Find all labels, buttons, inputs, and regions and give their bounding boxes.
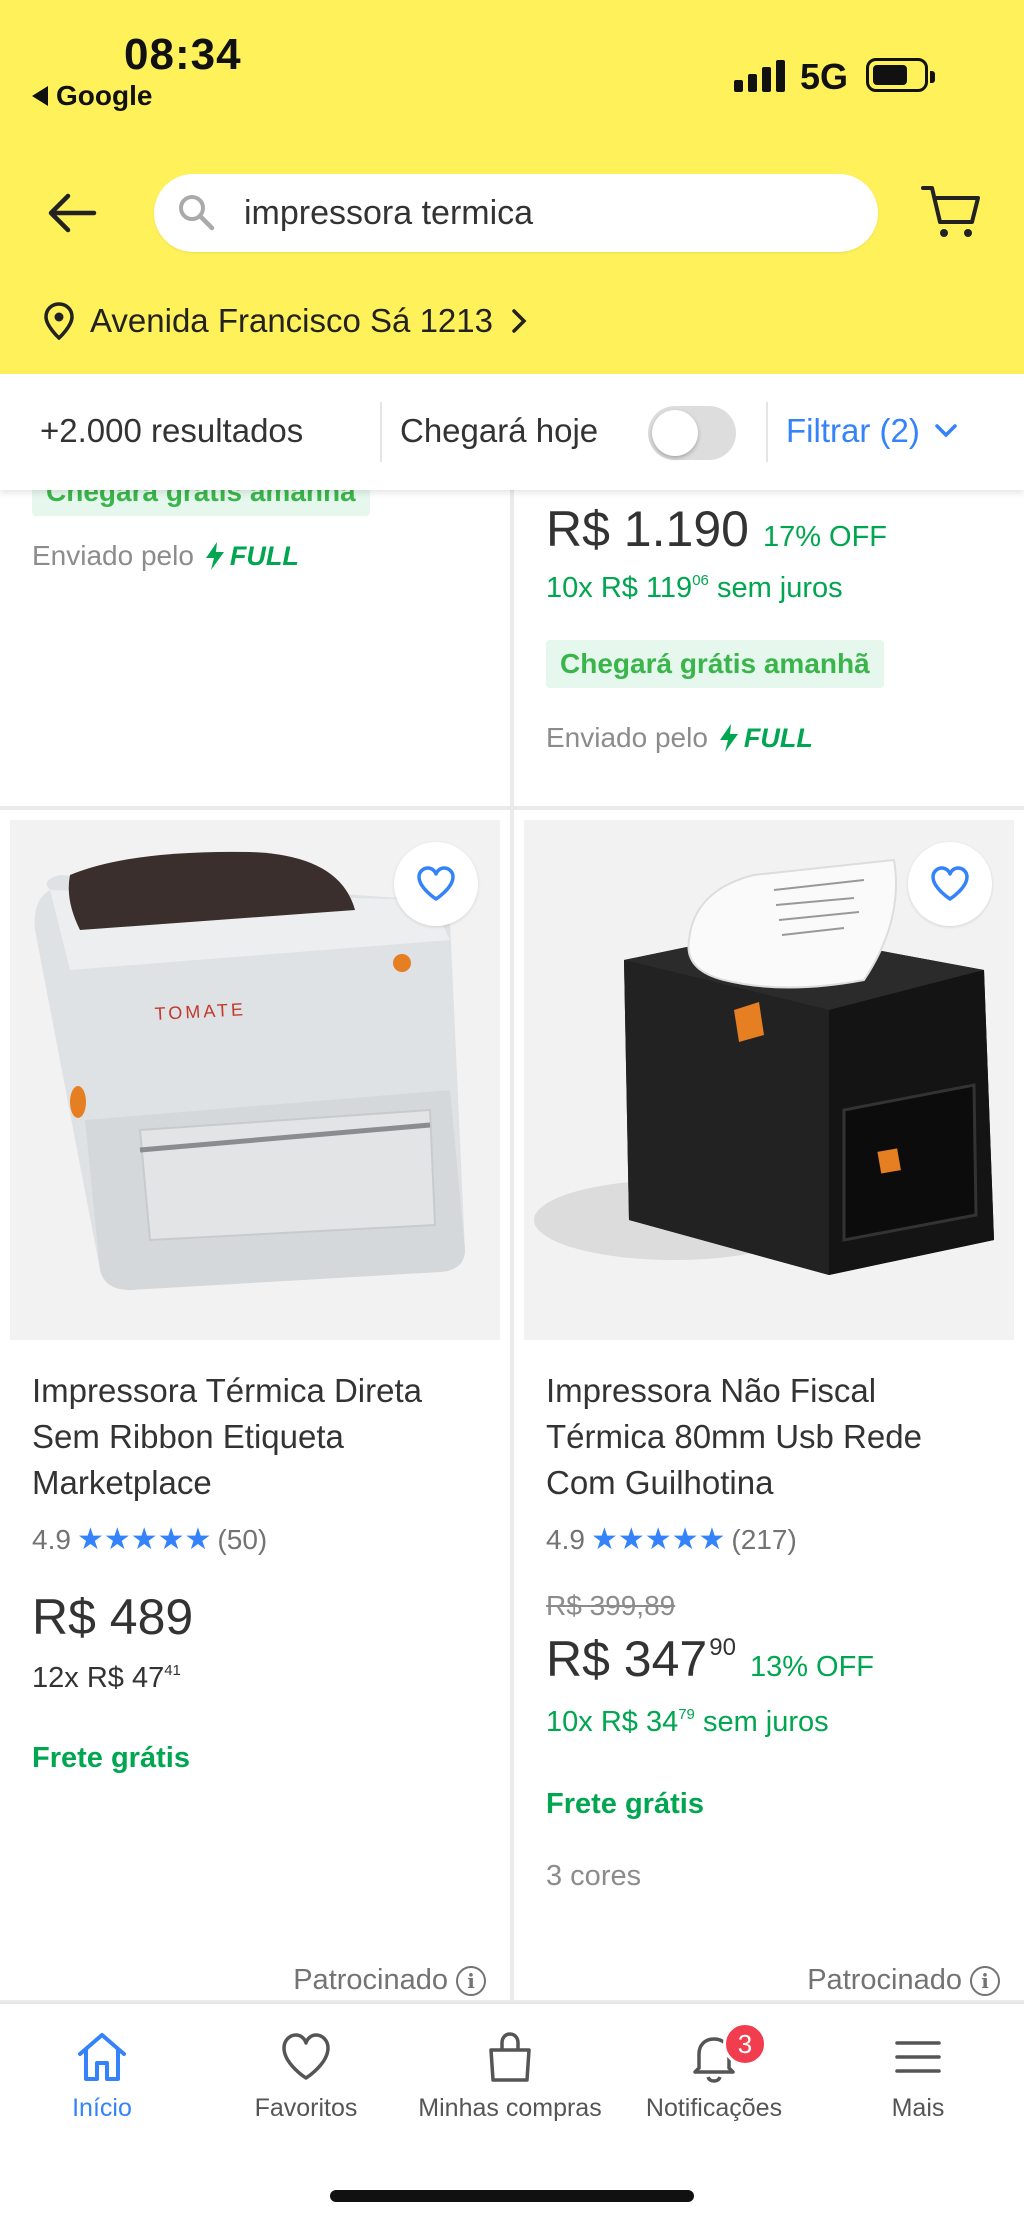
star-rating-icon: ★★★★★ bbox=[76, 1523, 212, 1556]
results-count: +2.000 resultados bbox=[40, 412, 304, 449]
free-shipping: Frete grátis bbox=[546, 1788, 704, 1820]
color-count: 3 cores bbox=[546, 1860, 642, 1892]
price-row: R$ 1.190 17% OFF bbox=[546, 500, 887, 558]
chevron-down-icon bbox=[935, 424, 957, 438]
divider bbox=[766, 402, 768, 462]
sponsored-label[interactable]: Patrocinado i bbox=[807, 1964, 1000, 1997]
installments: 10x R$ 11906 sem juros bbox=[546, 572, 843, 604]
chevron-right-icon bbox=[512, 309, 527, 333]
home-icon bbox=[78, 2033, 126, 2081]
review-count: (217) bbox=[731, 1523, 797, 1555]
product-card-partial-right[interactable]: R$ 1.190 17% OFF 10x R$ 11906 sem juros … bbox=[514, 490, 1024, 806]
lightning-icon bbox=[719, 724, 738, 752]
info-icon: i bbox=[970, 1965, 1000, 1996]
network-label: 5G bbox=[800, 56, 849, 97]
receipt-printer-image[interactable] bbox=[524, 820, 1014, 1340]
filter-button[interactable]: Filtrar (2) bbox=[786, 412, 958, 450]
nav-favorites[interactable]: Favoritos bbox=[204, 2030, 408, 2123]
favorite-button[interactable] bbox=[394, 842, 478, 926]
back-app-label: Google bbox=[56, 80, 153, 111]
menu-icon bbox=[895, 2041, 941, 2073]
nav-label: Minhas compras bbox=[418, 2094, 602, 2122]
cart-icon[interactable] bbox=[920, 182, 982, 242]
location-address: Avenida Francisco Sá 1213 bbox=[90, 302, 493, 339]
label-printer-image[interactable]: TOMATE bbox=[10, 820, 500, 1340]
heart-icon bbox=[282, 2033, 330, 2080]
signal-icon bbox=[734, 58, 785, 92]
price: R$ 34790 bbox=[546, 1631, 736, 1687]
sent-by-label: Enviado pelo bbox=[32, 540, 194, 571]
back-triangle-icon bbox=[32, 86, 48, 106]
arrive-today-label: Chegará hoje bbox=[400, 412, 599, 449]
sponsored-label[interactable]: Patrocinado i bbox=[293, 1964, 486, 1997]
installments: 12x R$ 4741 bbox=[32, 1662, 181, 1694]
search-icon bbox=[179, 195, 215, 231]
search-query: impressora termica bbox=[244, 194, 534, 232]
installments: 10x R$ 3479 sem juros bbox=[546, 1706, 829, 1738]
discount: 13% OFF bbox=[749, 1651, 875, 1683]
price-row: R$ 34790 13% OFF bbox=[546, 1630, 874, 1688]
favorite-button[interactable] bbox=[908, 842, 992, 926]
full-badge: FULL bbox=[204, 541, 299, 572]
location-selector[interactable]: Avenida Francisco Sá 1213 bbox=[44, 302, 529, 340]
bag-icon bbox=[489, 2032, 531, 2082]
shipping-tag: Chegará grátis amanhã bbox=[546, 640, 884, 688]
nav-label: Favoritos bbox=[254, 2094, 358, 2122]
divider bbox=[380, 402, 382, 462]
info-icon: i bbox=[456, 1965, 486, 1996]
rating: 4.9 ★★★★★ (217) bbox=[546, 1522, 797, 1557]
arrive-today-toggle[interactable] bbox=[648, 406, 736, 460]
old-price: R$ 399,89 bbox=[546, 1590, 676, 1621]
bottom-navigation: Início Favoritos Minhas compras 3 Notifi… bbox=[0, 2002, 1024, 2220]
app-header: 08:34 Google 5G impressora termica Aveni… bbox=[0, 0, 1024, 374]
nav-notifications[interactable]: 3 Notificações bbox=[612, 2022, 816, 2123]
back-arrow-icon[interactable] bbox=[44, 186, 98, 240]
nav-label: Início bbox=[72, 2094, 132, 2122]
rating: 4.9 ★★★★★ (50) bbox=[32, 1522, 267, 1557]
search-input[interactable]: impressora termica bbox=[154, 174, 878, 252]
discount: 17% OFF bbox=[762, 521, 888, 553]
product-card[interactable]: Impressora Não Fiscal Térmica 80mm Usb R… bbox=[514, 810, 1024, 2000]
product-title[interactable]: Impressora Não Fiscal Térmica 80mm Usb R… bbox=[546, 1368, 996, 1506]
product-card-partial-left[interactable]: Chegará grátis amanhã Enviado pelo FULL bbox=[0, 490, 510, 806]
sent-by-label: Enviado pelo bbox=[546, 722, 708, 753]
nav-label: Notificações bbox=[645, 2094, 783, 2122]
price: R$ 489 bbox=[32, 1589, 194, 1645]
shipping-tag: Chegará grátis amanhã bbox=[32, 490, 370, 516]
location-pin-icon bbox=[44, 302, 74, 340]
rating-value: 4.9 bbox=[546, 1523, 585, 1555]
back-to-app-link[interactable]: Google bbox=[32, 80, 152, 112]
review-count: (50) bbox=[217, 1523, 268, 1555]
full-badge: FULL bbox=[718, 723, 813, 754]
star-rating-icon: ★★★★★ bbox=[590, 1523, 726, 1556]
nav-more[interactable]: Mais bbox=[816, 2030, 1020, 2123]
nav-home[interactable]: Início bbox=[0, 2030, 204, 2123]
free-shipping: Frete grátis bbox=[32, 1742, 190, 1774]
product-card[interactable]: TOMATE Impressora Térmica Direta Sem Rib… bbox=[0, 810, 510, 2000]
lightning-icon bbox=[205, 542, 224, 570]
price: R$ 1.190 bbox=[546, 501, 749, 557]
status-time: 08:34 bbox=[124, 30, 242, 79]
battery-icon bbox=[866, 58, 935, 92]
notification-badge: 3 bbox=[723, 2022, 767, 2066]
nav-purchases[interactable]: Minhas compras bbox=[408, 2030, 612, 2123]
filter-bar: +2.000 resultados Chegará hoje Filtrar (… bbox=[0, 374, 1024, 490]
heart-icon bbox=[417, 866, 455, 901]
rating-value: 4.9 bbox=[32, 1523, 71, 1555]
nav-label: Mais bbox=[891, 2094, 945, 2122]
product-title[interactable]: Impressora Térmica Direta Sem Ribbon Eti… bbox=[32, 1368, 482, 1506]
home-indicator[interactable] bbox=[330, 2190, 694, 2202]
heart-icon bbox=[931, 866, 969, 901]
filter-label: Filtrar (2) bbox=[786, 412, 920, 449]
